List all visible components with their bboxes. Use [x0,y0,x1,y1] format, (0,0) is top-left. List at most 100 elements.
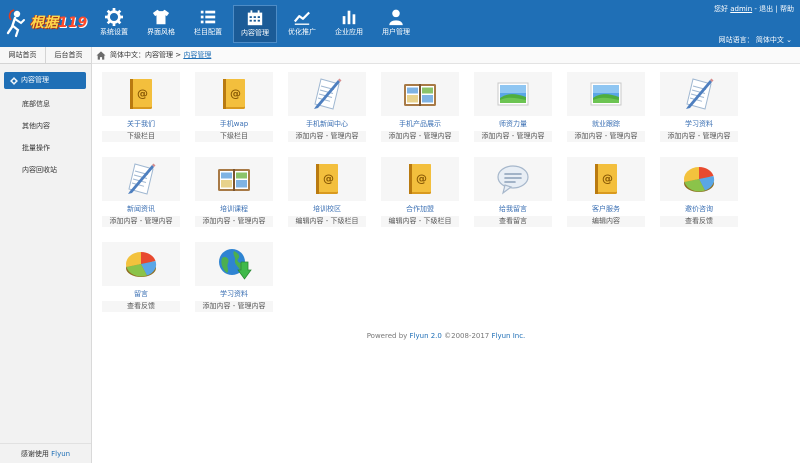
content-module-tile[interactable]: 邀价咨询 查看反馈 [660,157,738,237]
tile-icon-box[interactable]: @ [567,157,645,201]
tile-icon-box[interactable] [102,157,180,201]
document-icon [314,78,342,110]
sidebar-item-content-management[interactable]: 内容管理 [4,72,86,89]
sidebar: 网站首页 后台首页 内容管理 底部信息 其他内容 批量操作 内容回收站 感谢使用… [0,47,92,463]
site-language-selector[interactable]: 网站语言： 简体中文 ⌄ [719,35,792,45]
content-module-tile[interactable]: 留言 查看反馈 [102,242,180,322]
content-module-tile[interactable]: 新闻资讯添加内容 - 管理内容 [102,157,180,237]
tile-title[interactable]: 邀价咨询 [660,204,738,214]
tile-icon-box[interactable] [195,242,273,286]
tile-title[interactable]: 关于我们 [102,119,180,129]
content-module-tile[interactable]: 给我留言 查看留言 [474,157,552,237]
content-module-tile[interactable]: @ 培训校区编辑内容 - 下级栏目 [288,157,366,237]
tile-icon-box[interactable] [288,72,366,116]
content-module-tile[interactable]: @ 客户服务编辑内容 [567,157,645,237]
tile-actions[interactable]: 添加内容 - 管理内容 [381,131,459,142]
company-link[interactable]: Flyun Inc. [492,332,526,340]
logout-link[interactable]: 退出 [759,5,773,13]
speech-bubble-icon [497,165,529,195]
tile-actions[interactable]: 添加内容 - 管理内容 [102,216,180,227]
tile-actions[interactable]: 添加内容 - 管理内容 [195,301,273,312]
tile-actions[interactable]: 查看反馈 [660,216,738,227]
tile-title[interactable]: 就业跟踪 [567,119,645,129]
tile-icon-box[interactable] [474,72,552,116]
content-module-tile[interactable]: 手机新闻中心 添加内容 - 管理内容 [288,72,366,152]
tile-title[interactable]: 给我留言 [474,204,552,214]
tile-actions[interactable]: 下级栏目 [195,131,273,142]
tile-title[interactable]: 留言 [102,289,180,299]
tile-icon-box[interactable]: @ [195,72,273,116]
nav-enterprise-apps[interactable]: 企业应用 [327,5,371,43]
tile-icon-box[interactable]: @ [288,157,366,201]
sidebar-item-batch-operations[interactable]: 批量操作 [0,137,91,159]
tile-title[interactable]: 培训校区 [288,204,366,214]
tile-title[interactable]: 手机新闻中心 [288,119,366,129]
nav-interface-style[interactable]: 界面风格 [139,5,183,43]
content-module-tile[interactable]: @ 手机wap 下级栏目 [195,72,273,152]
content-module-tile[interactable]: 手机产品展示 添加内容 - 管理内容 [381,72,459,152]
tile-title[interactable]: 新闻资讯 [102,204,180,214]
tile-icon-box[interactable] [195,157,273,201]
landscape-icon [590,82,622,106]
tile-title[interactable]: 手机产品展示 [381,119,459,129]
brand-link[interactable]: Flyun [51,450,70,458]
svg-text:@: @ [137,87,148,100]
tile-actions[interactable]: 编辑内容 - 下级栏目 [288,216,366,227]
tile-actions[interactable]: 添加内容 - 管理内容 [567,131,645,142]
photo-album-icon [404,84,436,106]
separator: | [775,5,778,13]
content-module-tile[interactable]: @ 合作加盟编辑内容 - 下级栏目 [381,157,459,237]
breadcrumb-current[interactable]: 内容管理 [183,50,211,60]
tile-title[interactable]: 客户服务 [567,204,645,214]
user-icon [389,9,403,26]
nav-seo-promotion[interactable]: 优化推广 [280,5,324,43]
tile-icon-box[interactable] [381,72,459,116]
tile-title[interactable]: 合作加盟 [381,204,459,214]
trend-chart-icon [293,11,310,25]
tile-actions[interactable]: 查看留言 [474,216,552,227]
content-module-tile[interactable]: 学习资料添加内容 - 管理内容 [195,242,273,322]
tile-icon-box[interactable]: @ [381,157,459,201]
content-module-tile[interactable]: 师资力量添加内容 - 管理内容 [474,72,552,152]
sidebar-item-footer-info[interactable]: 底部信息 [0,93,91,115]
tile-actions[interactable]: 添加内容 - 管理内容 [660,131,738,142]
tile-title[interactable]: 学习资料 [195,289,273,299]
logo[interactable]: 根据119 [6,6,94,40]
product-link[interactable]: Flyun 2.0 [410,332,442,340]
tile-title[interactable]: 学习资料 [660,119,738,129]
tile-icon-box[interactable] [660,157,738,201]
tile-actions[interactable]: 添加内容 - 管理内容 [195,216,273,227]
tile-icon-box[interactable]: @ [102,72,180,116]
tile-title[interactable]: 培训课程 [195,204,273,214]
tile-icon-box[interactable] [660,72,738,116]
tile-icon-box[interactable] [567,72,645,116]
content-module-tile[interactable]: @ 关于我们下级栏目 [102,72,180,152]
tile-icon-box[interactable] [102,242,180,286]
nav-user-management[interactable]: 用户管理 [374,5,418,43]
nav-system-settings[interactable]: 系统设置 [92,5,136,43]
copyright-text: ©2008-2017 [444,332,490,340]
tile-title[interactable]: 手机wap [195,119,273,129]
home-icon[interactable] [96,50,106,60]
tile-actions[interactable]: 查看反馈 [102,301,180,312]
book-icon: @ [130,79,152,109]
help-link[interactable]: 帮助 [780,5,794,13]
tile-actions[interactable]: 添加内容 - 管理内容 [474,131,552,142]
nav-column-config[interactable]: 栏目配置 [186,5,230,43]
sidebar-item-recycle-bin[interactable]: 内容回收站 [0,159,91,181]
tab-site-home[interactable]: 网站首页 [0,47,46,63]
nav-content-management[interactable]: 内容管理 [233,5,277,43]
chevron-down-icon: ⌄ [786,36,792,44]
content-module-tile[interactable]: 学习资料添加内容 - 管理内容 [660,72,738,152]
content-module-tile[interactable]: 就业跟踪添加内容 - 管理内容 [567,72,645,152]
sidebar-item-other-content[interactable]: 其他内容 [0,115,91,137]
tile-actions[interactable]: 编辑内容 - 下级栏目 [381,216,459,227]
tile-icon-box[interactable] [474,157,552,201]
content-module-tile[interactable]: 培训课程添加内容 - 管理内容 [195,157,273,237]
tile-actions[interactable]: 添加内容 - 管理内容 [288,131,366,142]
tile-title[interactable]: 师资力量 [474,119,552,129]
tab-admin-home[interactable]: 后台首页 [46,47,91,63]
username-link[interactable]: admin [730,5,752,13]
tile-actions[interactable]: 下级栏目 [102,131,180,142]
tile-actions[interactable]: 编辑内容 [567,216,645,227]
